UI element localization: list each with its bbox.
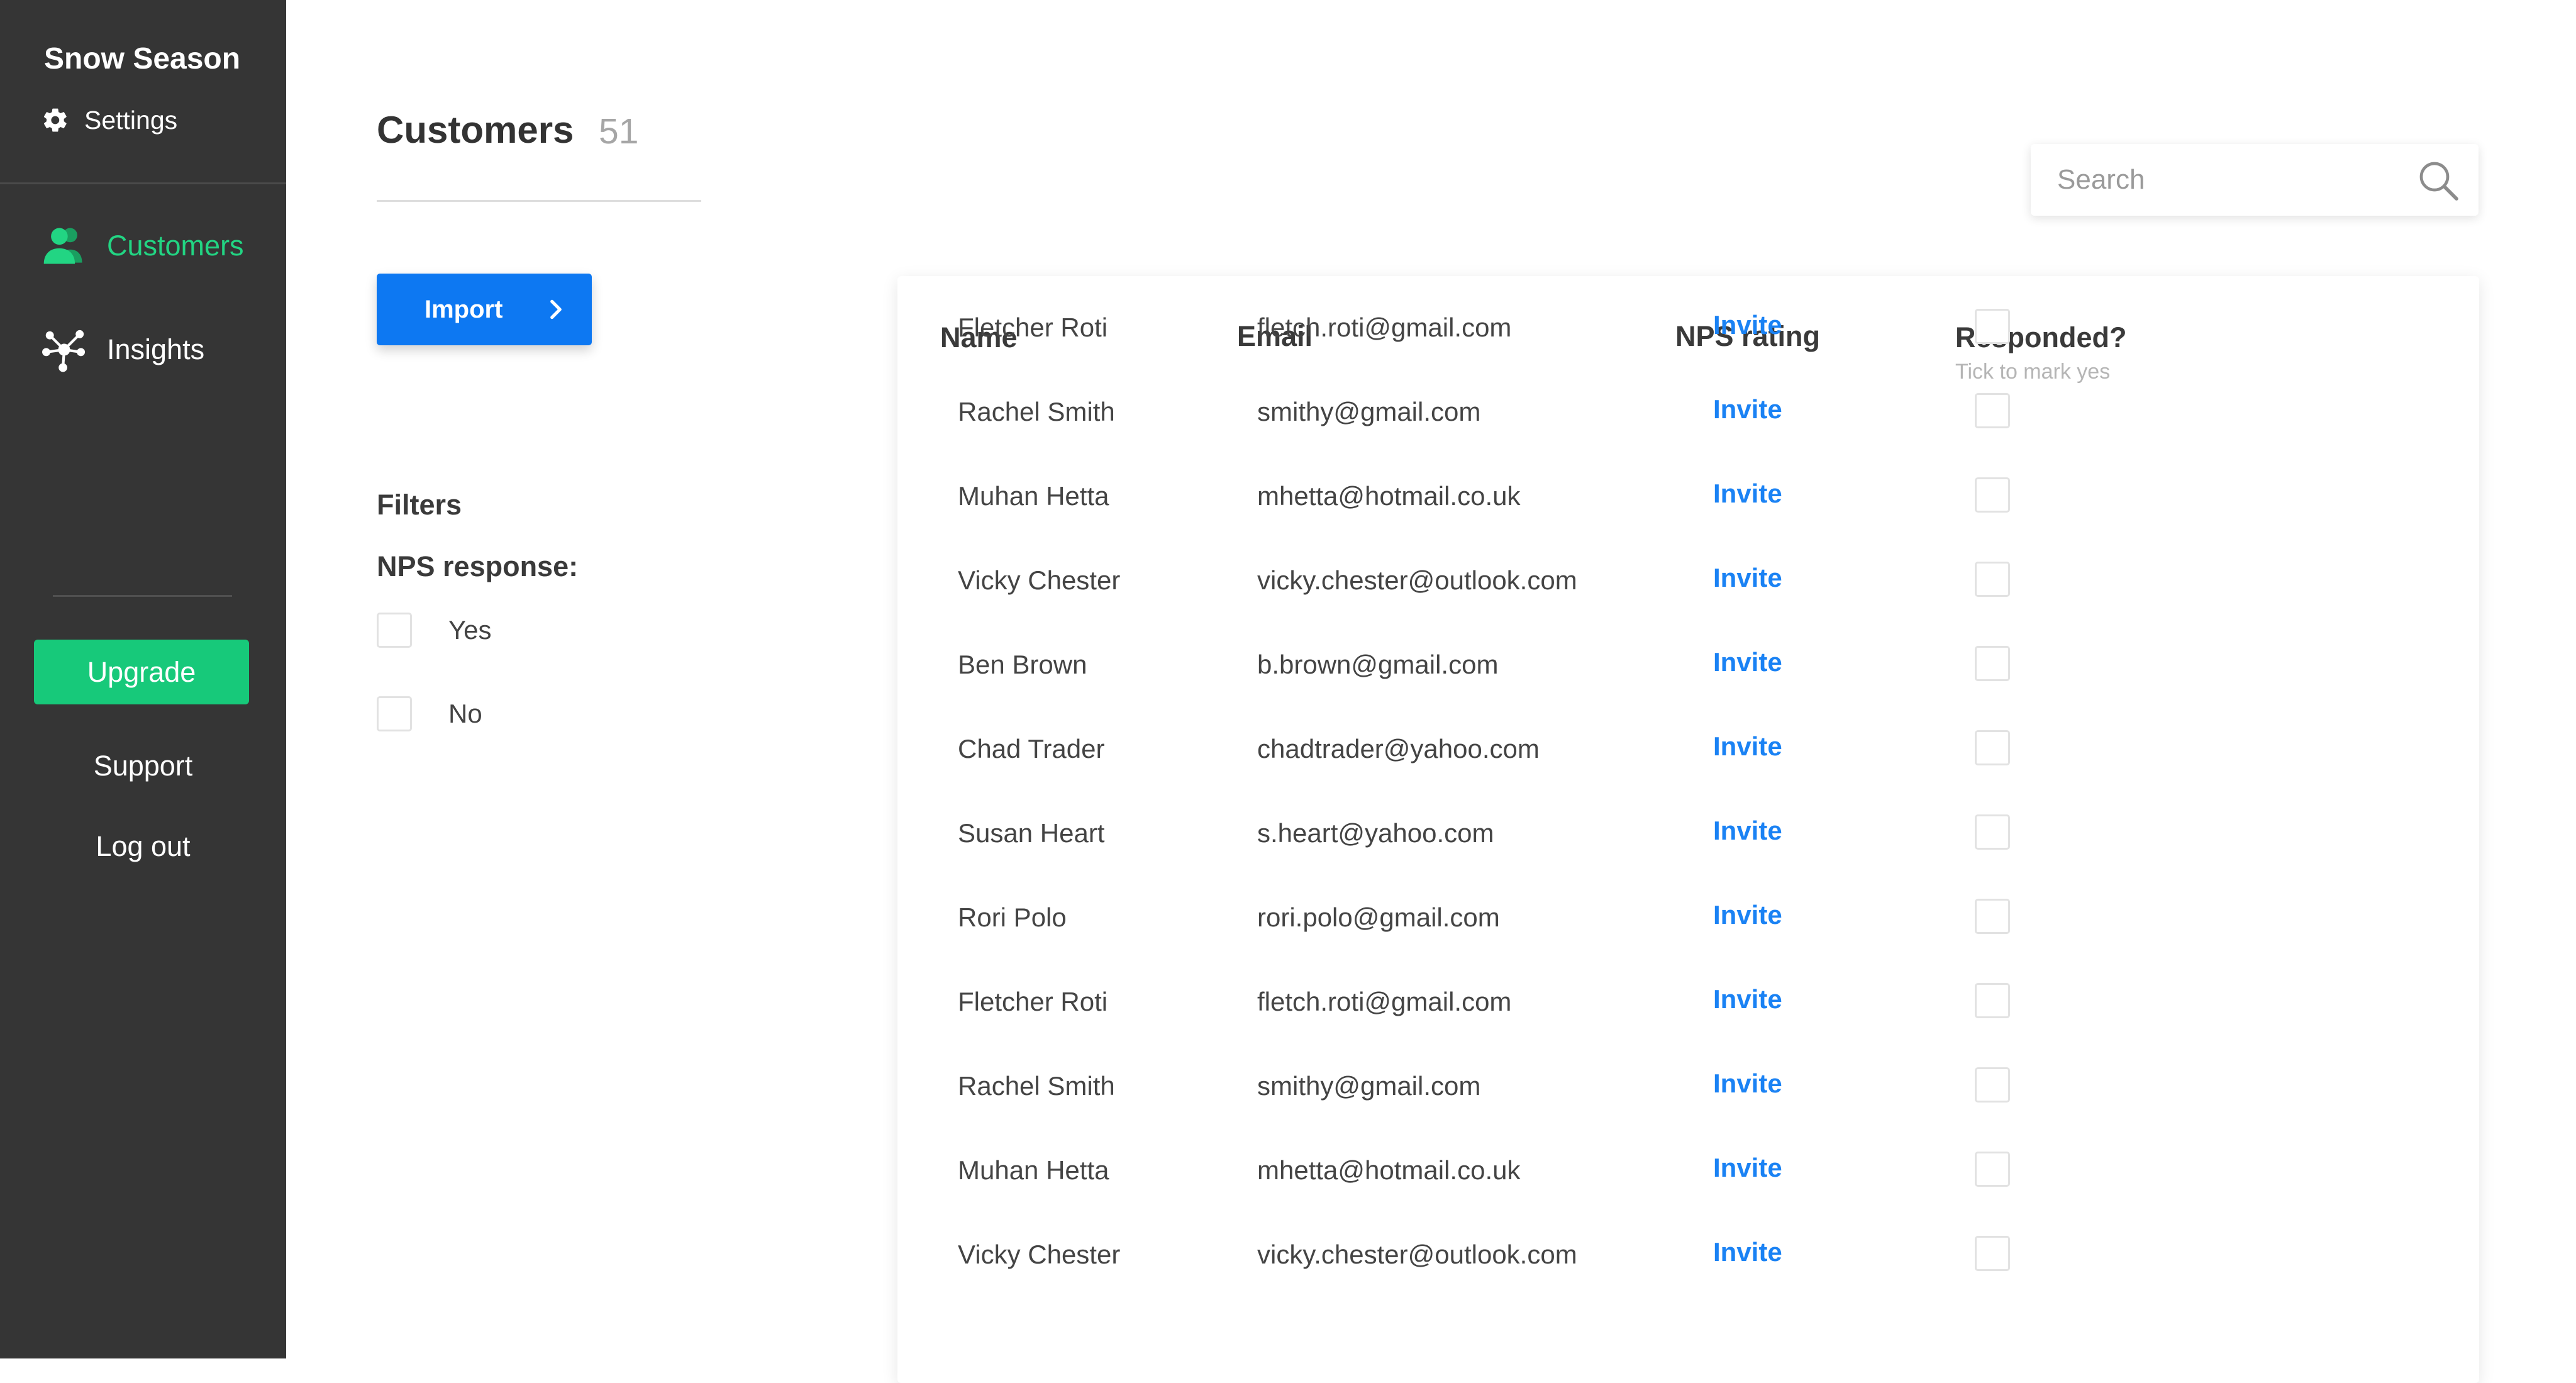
responded-checkbox[interactable]	[1975, 393, 2010, 428]
invite-link[interactable]: Invite	[1713, 1069, 1782, 1099]
cell-name: Vicky Chester	[958, 1240, 1121, 1269]
page-title: Customers	[377, 109, 574, 151]
table-row: Fletcher Roti fletch.roti@gmail.com Invite	[897, 962, 2479, 1046]
table-row: Vicky Chester vicky.chester@outlook.com In…	[897, 1214, 2479, 1299]
customers-table: Name Email NPS rating Responded? Tick to…	[897, 276, 2479, 1383]
table-row: Rachel Smith smithy@gmail.com Invite	[897, 372, 2479, 456]
cell-email: mhetta@hotmail.co.uk	[1257, 1155, 1521, 1185]
filter-option-yes: Yes	[377, 611, 492, 649]
invite-link[interactable]: Invite	[1713, 479, 1782, 509]
cell-name: Rachel Smith	[958, 397, 1115, 426]
filters-title: Filters	[377, 489, 462, 521]
cell-name: Ben Brown	[958, 650, 1087, 679]
responded-checkbox[interactable]	[1975, 1152, 2010, 1187]
settings-label: Settings	[84, 105, 178, 135]
nav-item-label: Insights	[107, 333, 205, 365]
filter-no-label: No	[448, 699, 482, 728]
nav-item-insights[interactable]: Insights	[40, 325, 204, 375]
brand-name: Snow Season	[44, 42, 241, 75]
settings-link[interactable]: Settings	[42, 103, 177, 138]
table-row: Muhan Hetta mhetta@hotmail.co.uk Invite	[897, 456, 2479, 540]
title-divider	[377, 200, 701, 202]
cell-email: smithy@gmail.com	[1257, 397, 1481, 426]
import-label: Import	[425, 295, 503, 323]
nps-response-label: NPS response:	[377, 550, 579, 582]
invite-link[interactable]: Invite	[1713, 563, 1782, 593]
cell-name: Muhan Hetta	[958, 481, 1109, 511]
cell-email: smithy@gmail.com	[1257, 1071, 1481, 1101]
table-row: Susan Heart s.heart@yahoo.com Invite	[897, 793, 2479, 877]
import-button[interactable]: Import	[377, 274, 592, 345]
invite-link[interactable]: Invite	[1713, 816, 1782, 846]
cell-email: mhetta@hotmail.co.uk	[1257, 481, 1521, 511]
cell-name: Rori Polo	[958, 903, 1067, 932]
cell-email: fletch.roti@gmail.com	[1257, 987, 1512, 1016]
logout-link[interactable]: Log out	[0, 830, 286, 863]
cell-email: vicky.chester@outlook.com	[1257, 1240, 1577, 1269]
invite-link[interactable]: Invite	[1713, 900, 1782, 930]
cell-email: s.heart@yahoo.com	[1257, 818, 1494, 848]
network-icon	[42, 330, 86, 372]
cell-name: Chad Trader	[958, 734, 1105, 764]
table-row: Muhan Hetta mhetta@hotmail.co.uk Invite	[897, 1130, 2479, 1214]
nav-item-label: Customers	[107, 230, 244, 262]
responded-checkbox[interactable]	[1975, 1236, 2010, 1271]
cell-name: Muhan Hetta	[958, 1155, 1109, 1185]
cell-name: Susan Heart	[958, 818, 1105, 848]
users-icon	[43, 228, 82, 264]
responded-checkbox[interactable]	[1975, 477, 2010, 513]
filter-no-checkbox[interactable]	[377, 696, 412, 731]
nav-item-customers[interactable]: Customers	[40, 221, 244, 271]
cell-email: rori.polo@gmail.com	[1257, 903, 1500, 932]
search-input[interactable]	[2056, 159, 2408, 201]
sidebar-divider	[0, 182, 286, 184]
cell-email: chadtrader@yahoo.com	[1257, 734, 1540, 764]
table-row: Rachel Smith smithy@gmail.com Invite	[897, 1046, 2479, 1130]
filter-yes-label: Yes	[448, 615, 492, 645]
responded-checkbox[interactable]	[1975, 730, 2010, 765]
responded-checkbox[interactable]	[1975, 814, 2010, 850]
sidebar: Snow Season Settings Customers Insights …	[0, 0, 286, 1358]
filter-option-no: No	[377, 695, 482, 733]
responded-checkbox[interactable]	[1975, 899, 2010, 934]
table-row: Rori Polo rori.polo@gmail.com Invite	[897, 877, 2479, 962]
responded-checkbox[interactable]	[1975, 1067, 2010, 1103]
invite-link[interactable]: Invite	[1713, 647, 1782, 677]
cell-email: vicky.chester@outlook.com	[1257, 565, 1577, 595]
invite-link[interactable]: Invite	[1713, 1237, 1782, 1267]
invite-link[interactable]: Invite	[1713, 394, 1782, 425]
filter-yes-checkbox[interactable]	[377, 613, 412, 648]
invite-link[interactable]: Invite	[1713, 731, 1782, 762]
sidebar-divider	[53, 595, 232, 597]
search-box	[2031, 144, 2479, 216]
invite-link[interactable]: Invite	[1713, 310, 1782, 340]
gear-icon	[43, 108, 67, 132]
invite-link[interactable]: Invite	[1713, 984, 1782, 1014]
invite-link[interactable]: Invite	[1713, 1153, 1782, 1183]
table-row: Ben Brown b.brown@gmail.com Invite	[897, 625, 2479, 709]
customer-count: 51	[599, 111, 639, 152]
cell-name: Fletcher Roti	[958, 987, 1108, 1016]
table-row: Fletcher Roti fletch.roti@gmail.com Invite	[897, 287, 2479, 372]
upgrade-button[interactable]: Upgrade	[34, 640, 249, 704]
cell-name: Fletcher Roti	[958, 313, 1108, 342]
cell-name: Rachel Smith	[958, 1071, 1115, 1101]
chevron-right-icon	[550, 299, 562, 319]
cell-email: b.brown@gmail.com	[1257, 650, 1499, 679]
table-row: Vicky Chester vicky.chester@outlook.com In…	[897, 540, 2479, 625]
table-row: Chad Trader chadtrader@yahoo.com Invite	[897, 709, 2479, 793]
search-icon[interactable]	[2417, 159, 2461, 203]
responded-checkbox[interactable]	[1975, 309, 2010, 344]
cell-email: fletch.roti@gmail.com	[1257, 313, 1512, 342]
responded-checkbox[interactable]	[1975, 562, 2010, 597]
support-link[interactable]: Support	[0, 750, 286, 782]
responded-checkbox[interactable]	[1975, 983, 2010, 1018]
cell-name: Vicky Chester	[958, 565, 1121, 595]
responded-checkbox[interactable]	[1975, 646, 2010, 681]
